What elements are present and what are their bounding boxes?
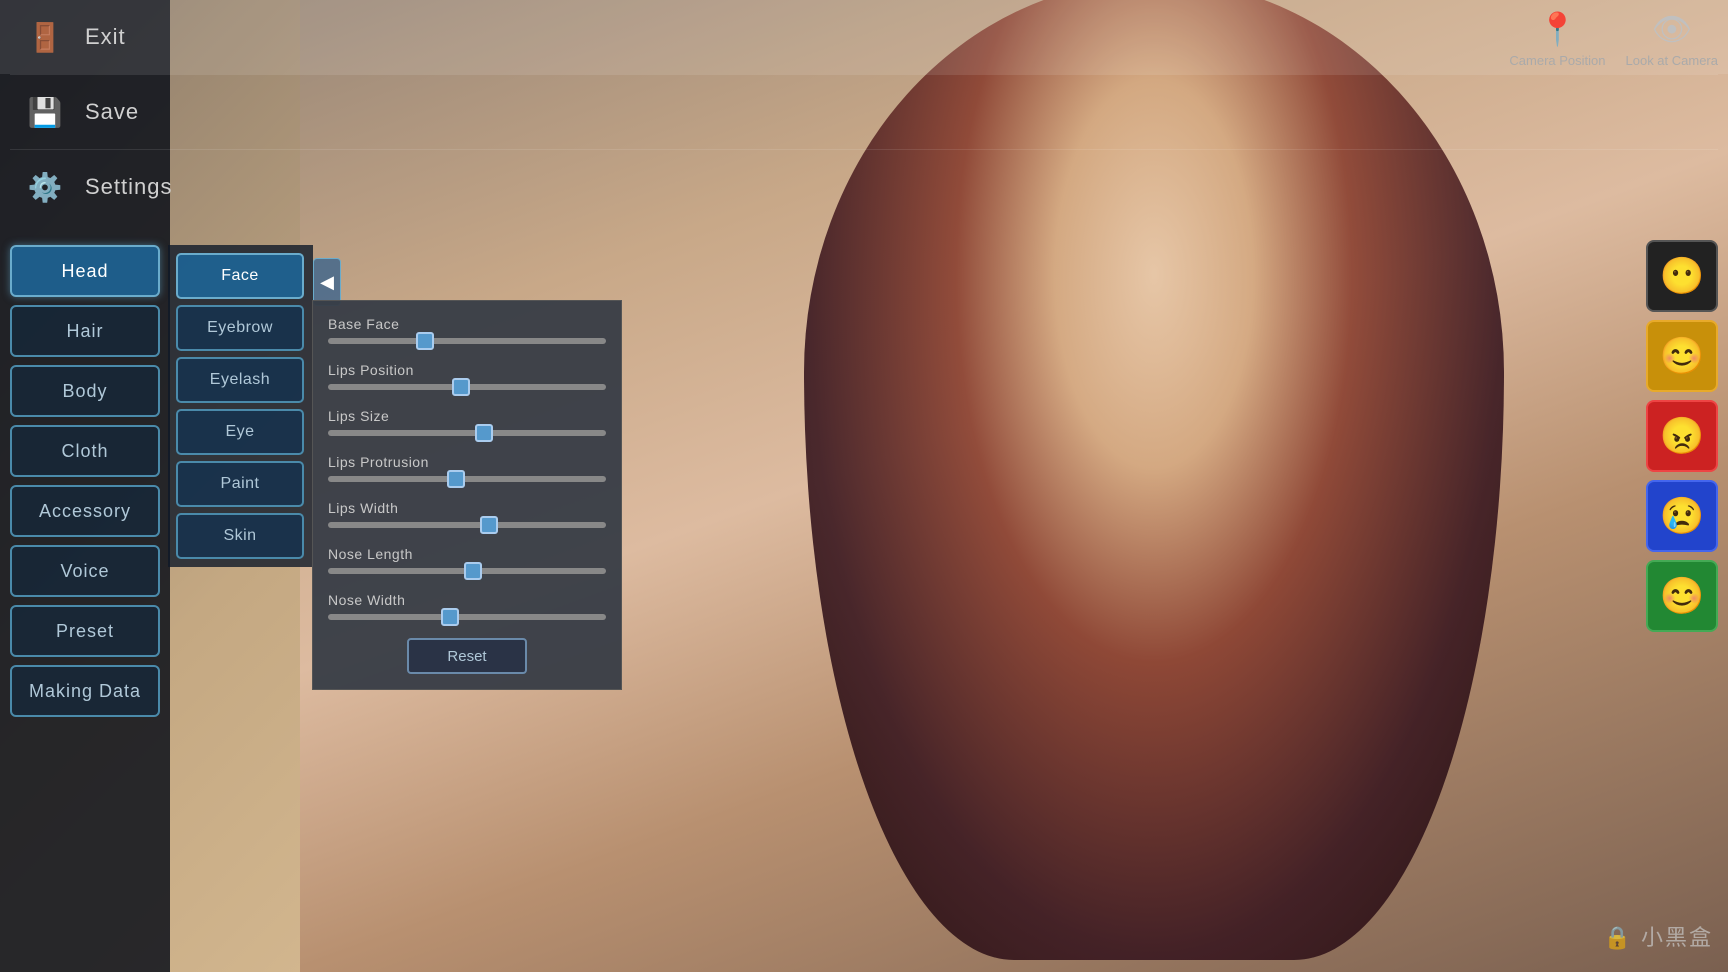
emotion-btn-angry[interactable]: 😠 (1646, 400, 1718, 472)
subnav-item-face[interactable]: Face (176, 253, 304, 299)
save-label: Save (85, 99, 139, 125)
slider-track-lips-protrusion[interactable] (328, 476, 606, 482)
sidebar-item-accessory[interactable]: Accessory (10, 485, 160, 537)
camera-control-camera-position[interactable]: 📍 Camera Position (1509, 10, 1605, 68)
subnav-item-paint[interactable]: Paint (176, 461, 304, 507)
look-at-camera-label: Look at Camera (1626, 53, 1719, 68)
subnav-item-eye[interactable]: Eye (176, 409, 304, 455)
slider-group-lips-size: Lips Size (328, 408, 606, 436)
emotion-btn-neutral[interactable]: 😶 (1646, 240, 1718, 312)
slider-group-lips-position: Lips Position (328, 362, 606, 390)
subnav-item-eyelash[interactable]: Eyelash (176, 357, 304, 403)
save-icon: 💾 (20, 87, 70, 137)
slider-label-lips-size: Lips Size (328, 408, 606, 424)
slider-group-lips-protrusion: Lips Protrusion (328, 454, 606, 482)
slider-thumb-lips-size[interactable] (475, 424, 493, 442)
emotion-panel: 😶 😊 😠 😢 😊 (1646, 240, 1718, 632)
camera-control-look-at-camera[interactable]: 👁 Look at Camera (1626, 10, 1719, 68)
slider-thumb-lips-protrusion[interactable] (447, 470, 465, 488)
slider-thumb-lips-width[interactable] (480, 516, 498, 534)
slider-thumb-base-face[interactable] (416, 332, 434, 350)
camera-position-label: Camera Position (1509, 53, 1605, 68)
settings-label: Settings (85, 174, 173, 200)
slider-track-nose-width[interactable] (328, 614, 606, 620)
slider-label-base-face: Base Face (328, 316, 606, 332)
slider-label-lips-protrusion: Lips Protrusion (328, 454, 606, 470)
exit-label: Exit (85, 24, 126, 50)
slider-group-nose-length: Nose Length (328, 546, 606, 574)
sidebar-item-hair[interactable]: Hair (10, 305, 160, 357)
reset-button[interactable]: Reset (407, 638, 527, 674)
slider-track-lips-size[interactable] (328, 430, 606, 436)
slider-thumb-nose-length[interactable] (464, 562, 482, 580)
side-nav: Head Hair Body Cloth Accessory Voice Preset Mak… (10, 245, 165, 717)
slider-label-lips-position: Lips Position (328, 362, 606, 378)
emotion-btn-smile-green[interactable]: 😊 (1646, 560, 1718, 632)
sidebar-item-preset[interactable]: Preset (10, 605, 160, 657)
emotion-btn-happy-gold[interactable]: 😊 (1646, 320, 1718, 392)
sidebar-item-head[interactable]: Head (10, 245, 160, 297)
subnav-item-eyebrow[interactable]: Eyebrow (176, 305, 304, 351)
slider-label-lips-width: Lips Width (328, 500, 606, 516)
slider-group-nose-width: Nose Width (328, 592, 606, 620)
emotion-btn-sad[interactable]: 😢 (1646, 480, 1718, 552)
collapse-arrow-button[interactable]: ◀ (313, 258, 341, 306)
subnav-item-skin[interactable]: Skin (176, 513, 304, 559)
camera-controls: 📍 Camera Position 👁 Look at Camera (1509, 10, 1718, 68)
slider-track-lips-width[interactable] (328, 522, 606, 528)
slider-track-nose-length[interactable] (328, 568, 606, 574)
slider-track-lips-position[interactable] (328, 384, 606, 390)
sidebar-item-voice[interactable]: Voice (10, 545, 160, 597)
exit-icon: 🚪 (20, 12, 70, 62)
exit-menu-item[interactable]: 🚪 Exit (0, 0, 1728, 74)
sub-nav: Face Eyebrow Eyelash Eye Paint Skin (168, 245, 313, 567)
save-menu-item[interactable]: 💾 Save (0, 75, 1728, 149)
camera-position-icon: 📍 (1538, 10, 1578, 48)
watermark: 🔒 小黑盒 (1603, 920, 1713, 952)
sidebar-item-body[interactable]: Body (10, 365, 160, 417)
settings-icon: ⚙️ (20, 162, 70, 212)
look-at-camera-icon: 👁 (1651, 10, 1692, 48)
slider-group-base-face: Base Face (328, 316, 606, 344)
sliders-panel: Base Face Lips Position Lips Size Lips Prot… (312, 300, 622, 690)
slider-thumb-lips-position[interactable] (452, 378, 470, 396)
slider-track-base-face[interactable] (328, 338, 606, 344)
sidebar-item-cloth[interactable]: Cloth (10, 425, 160, 477)
top-menu: 🚪 Exit 💾 Save ⚙️ Settings (0, 0, 1728, 230)
sidebar-item-making-data[interactable]: Making Data (10, 665, 160, 717)
settings-menu-item[interactable]: ⚙️ Settings (0, 150, 1728, 224)
slider-label-nose-length: Nose Length (328, 546, 606, 562)
slider-thumb-nose-width[interactable] (441, 608, 459, 626)
slider-group-lips-width: Lips Width (328, 500, 606, 528)
slider-label-nose-width: Nose Width (328, 592, 606, 608)
